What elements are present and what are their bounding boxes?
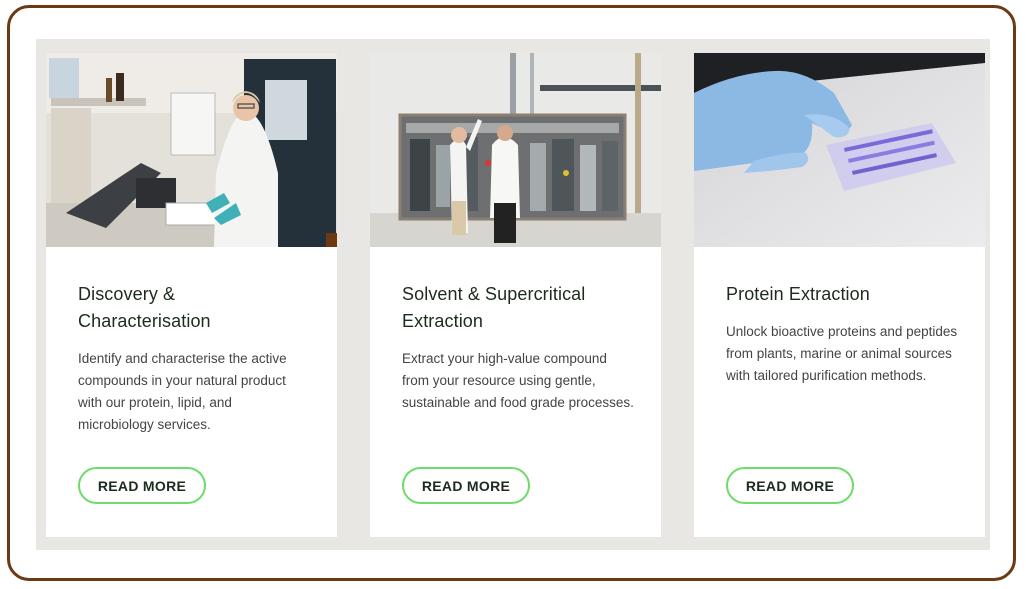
card-description: Extract your high-value compound from yo…	[402, 351, 634, 410]
card-title: Protein Extraction	[726, 284, 870, 304]
card-title: Discovery & Characterisation	[78, 284, 211, 331]
service-card-discovery: Discovery & Characterisation Identify an…	[46, 53, 337, 537]
card-description: Identify and characterise the active com…	[78, 351, 287, 432]
service-card-extraction: Solvent & Supercritical Extraction Extra…	[370, 53, 661, 537]
services-panel: Discovery & Characterisation Identify an…	[36, 39, 990, 550]
card-description: Unlock bioactive proteins and peptides f…	[726, 324, 958, 383]
card-title: Solvent & Supercritical Extraction	[402, 284, 586, 331]
service-card-protein: Protein Extraction Unlock bioactive prot…	[694, 53, 985, 537]
lab-scientist-photo	[46, 53, 337, 247]
read-more-button[interactable]: READ MORE	[726, 467, 854, 504]
read-more-button[interactable]: READ MORE	[402, 467, 530, 504]
extraction-plant-photo	[370, 53, 661, 247]
protein-gel-photo	[694, 53, 985, 247]
read-more-button[interactable]: READ MORE	[78, 467, 206, 504]
